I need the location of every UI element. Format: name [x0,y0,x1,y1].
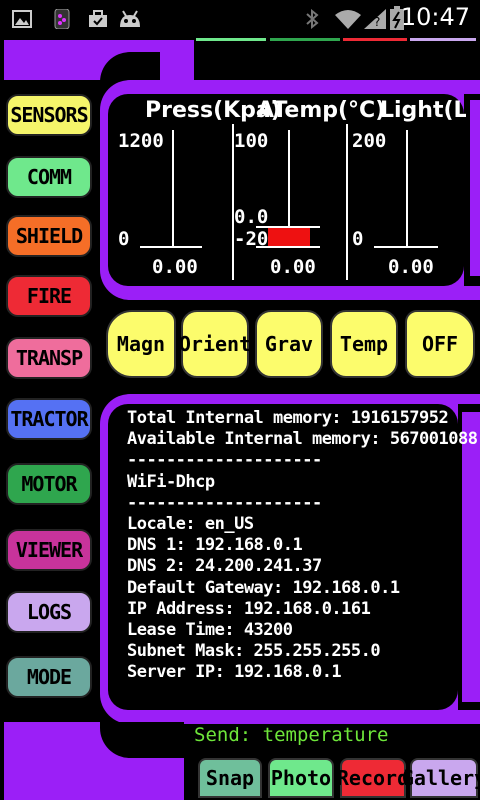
gauge-base-pressure [140,246,202,248]
gauge-max-temp: 100 [234,130,269,152]
mode-button-magn[interactable]: Magn [106,310,176,378]
gauge-panel-right-bar [470,100,480,276]
sidebar-button-shield[interactable]: SHIELD [6,215,92,257]
tab-strip-green [196,38,266,41]
gauge-axis-light [406,130,408,248]
wifi-icon [335,10,361,29]
info-line: -------------------- [127,450,322,471]
sidebar-button-sensors[interactable]: SENSORS [6,94,92,136]
sidebar-button-fire[interactable]: FIRE [6,275,92,317]
gauge-title-light: Light(Lu [380,98,466,123]
gauge-value-temp: 0.00 [270,256,316,278]
gauge-axis-pressure [172,130,174,248]
sidebar-button-viewer[interactable]: VIEWER [6,529,92,571]
android-icon [120,10,140,27]
mode-button-orient[interactable]: Orient [179,310,251,378]
sidebar-button-comm[interactable]: COMM [6,156,92,198]
info-line: Available Internal memory: 567001088 [127,429,478,450]
signal-icon: ? [364,9,386,29]
info-line: WiFi-Dhcp [127,471,215,492]
briefcase-icon [89,10,107,27]
info-line: -------------------- [127,492,322,513]
gauge-min-light: 0 [352,228,364,250]
gauge-base-temp [256,246,320,248]
info-panel-right-bar [462,412,480,702]
gauge-divider [346,124,348,280]
info-line: DNS 2: 24.200.241.37 [127,556,322,577]
record-button[interactable]: Record [337,758,409,798]
info-line: Server IP: 192.168.0.1 [127,662,342,683]
info-line: Lease Time: 43200 [127,620,293,640]
mode-button-grav[interactable]: Grav [255,310,323,378]
gallery-button[interactable]: Gallery [402,758,480,798]
tab-strip-lilac [410,38,476,41]
info-line: DNS 1: 192.168.0.1 [127,535,303,556]
gauge-max-pressure: 1200 [118,130,164,152]
sidebar-button-transp[interactable]: TRANSP [6,337,92,379]
image-icon [12,10,32,28]
sidebar-button-tractor[interactable]: TRACTOR [6,398,92,440]
status-bar: ? 10:47 [0,0,480,38]
frame-bottom-gap [184,726,194,746]
gauge-base-light [374,246,438,248]
svg-text:?: ? [374,15,380,29]
sidebar-button-mode[interactable]: MODE [6,656,92,698]
gauge-value-light: 0.00 [388,256,434,278]
frame-top-bar [4,40,194,80]
tab-strip-darkgreen [270,38,340,41]
info-line: Total Internal memory: 1916157952 [127,408,449,428]
info-line: Subnet Mask: 255.255.255.0 [127,641,381,662]
mode-button-off[interactable]: OFF [405,310,475,378]
gauge-value-pressure: 0.00 [152,256,198,278]
info-line: IP Address: 192.168.0.161 [127,598,371,619]
gauge-max-light: 200 [352,130,387,152]
photo-button[interactable]: Photo [268,758,334,798]
mode-button-temp[interactable]: Temp [330,310,398,378]
gauge-title-temp: ATemp(°C) [257,98,386,123]
bbm-icon [54,9,70,29]
send-status: Send: temperature [194,724,389,746]
snap-button[interactable]: Snap [198,758,262,798]
frame-bottom-cutout [100,722,184,758]
bluetooth-icon [306,9,319,29]
tab-strip-red [343,38,407,41]
clock: 10:47 [400,3,470,31]
gauge-bar-temp [268,228,310,246]
sidebar-button-motor[interactable]: MOTOR [6,463,92,505]
sidebar-button-logs[interactable]: LOGS [6,591,92,633]
info-line: Locale: en_US [127,514,254,534]
gauge-min-pressure: 0 [118,228,130,250]
gauge-mid-temp: 0.0 [234,206,269,228]
info-line: Default Gateway: 192.168.0.1 [127,577,400,598]
